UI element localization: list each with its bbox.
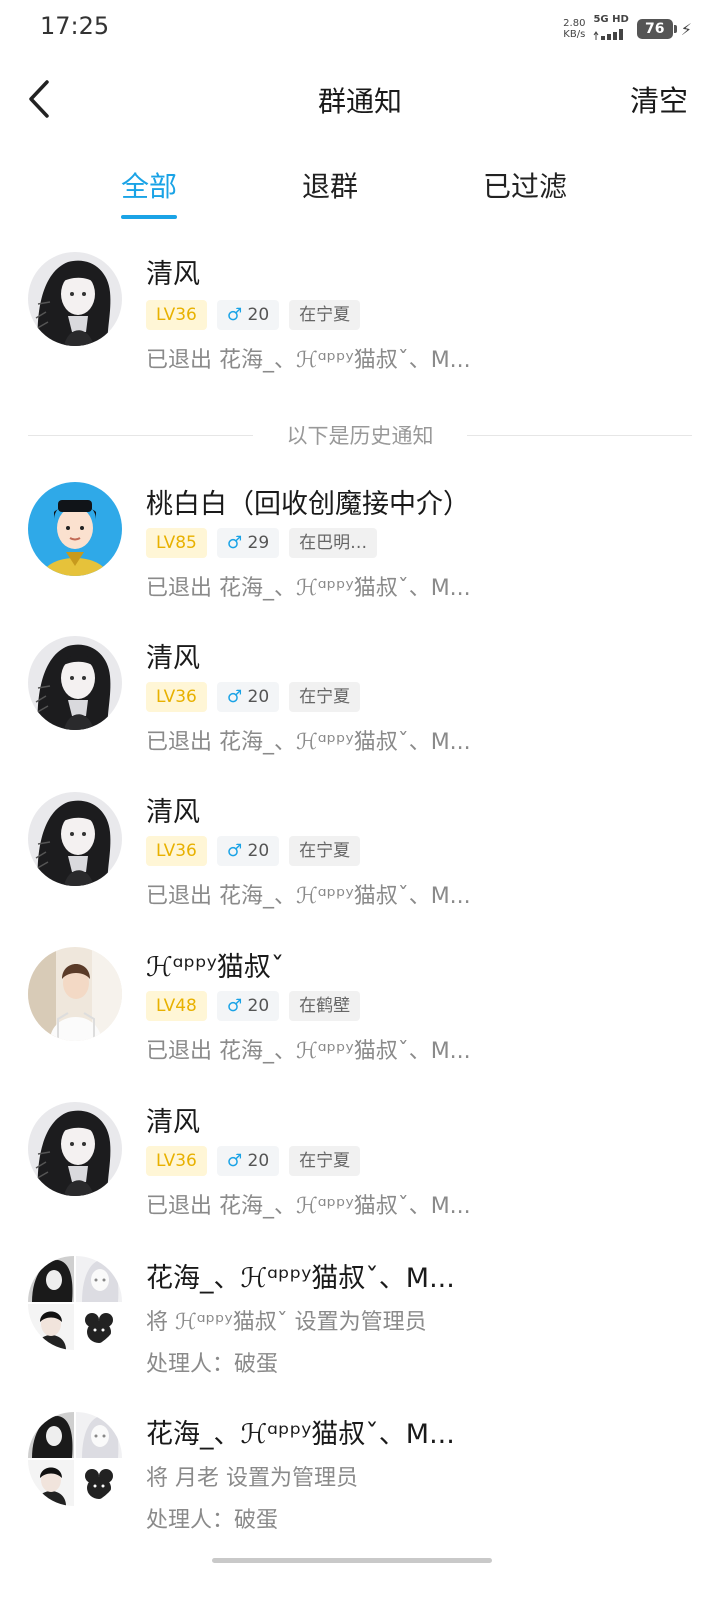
- notification-item[interactable]: 桃白白（回收创魔接中介） LV85 ♂ 29 在巴明… 已退出 花海_、ℋᵅᵖᵖ…: [0, 480, 720, 620]
- user-tags: LV36 ♂ 20 在宁夏: [146, 836, 361, 866]
- male-icon: ♂: [226, 1151, 243, 1171]
- history-divider: 以下是历史通知: [28, 424, 692, 448]
- user-avatar-image: [28, 636, 122, 730]
- location-badge: 在鹤壁: [289, 991, 361, 1021]
- user-avatar-image: [28, 1102, 122, 1196]
- tab-filtered[interactable]: 已过滤: [483, 165, 567, 205]
- notification-item[interactable]: 清风 LV36 ♂ 20 在宁夏 已退出 花海_、ℋᵅᵖᵖʸ猫叔ˇ、M...: [0, 790, 720, 930]
- charging-icon: ⚡: [680, 19, 692, 39]
- group-members-title: 花海_、ℋᵅᵖᵖʸ猫叔ˇ、M...: [146, 1263, 455, 1294]
- notification-detail: 已退出 花海_、ℋᵅᵖᵖʸ猫叔ˇ、M...: [146, 1039, 471, 1064]
- member-avatar: [28, 1460, 74, 1506]
- member-avatar: [76, 1256, 122, 1302]
- member-avatar: [76, 1412, 122, 1458]
- status-bar: 17:25 2.80 KB/s 5G HD 76 ⚡: [0, 0, 720, 56]
- notification-detail: 已退出 花海_、ℋᵅᵖᵖʸ猫叔ˇ、M...: [146, 730, 471, 755]
- user-avatar-image: [28, 252, 122, 346]
- handler-text: 处理人：破蛋: [146, 1352, 279, 1377]
- level-badge: LV36: [146, 836, 207, 866]
- user-tags: LV36 ♂ 20 在宁夏: [146, 1146, 361, 1176]
- avatar[interactable]: [28, 1102, 122, 1196]
- notification-item[interactable]: 清风 LV36 ♂ 20 在宁夏 已退出 花海_、ℋᵅᵖᵖʸ猫叔ˇ、M...: [0, 250, 720, 390]
- admin-action-text: 将 月老 设置为管理员: [146, 1466, 358, 1491]
- tab-quit[interactable]: 退群: [302, 165, 358, 205]
- location-badge: 在宁夏: [289, 836, 361, 866]
- member-avatar: [76, 1460, 122, 1506]
- user-tags: LV85 ♂ 29 在巴明…: [146, 528, 378, 558]
- user-avatar-image: [28, 947, 122, 1041]
- notification-detail: 已退出 花海_、ℋᵅᵖᵖʸ猫叔ˇ、M...: [146, 1194, 471, 1219]
- male-icon: ♂: [226, 687, 243, 707]
- level-badge: LV48: [146, 991, 207, 1021]
- level-badge: LV36: [146, 682, 207, 712]
- avatar[interactable]: [28, 252, 122, 346]
- notification-item[interactable]: 清风 LV36 ♂ 20 在宁夏 已退出 花海_、ℋᵅᵖᵖʸ猫叔ˇ、M...: [0, 1100, 720, 1240]
- handler-text: 处理人：破蛋: [146, 1508, 279, 1533]
- user-tags: LV36 ♂ 20 在宁夏: [146, 300, 361, 330]
- notification-detail: 已退出 花海_、ℋᵅᵖᵖʸ猫叔ˇ、M...: [146, 348, 471, 373]
- user-tags: LV36 ♂ 20 在宁夏: [146, 682, 361, 712]
- home-indicator[interactable]: [212, 1558, 492, 1563]
- tab-bar: 全部 退群 已过滤: [0, 165, 720, 225]
- top-bar: 群通知 清空: [0, 64, 720, 134]
- location-badge: 在巴明…: [289, 528, 378, 558]
- page-title: 群通知: [317, 85, 402, 118]
- level-badge: LV36: [146, 1146, 207, 1176]
- level-badge: LV36: [146, 300, 207, 330]
- group-avatar[interactable]: [28, 1412, 122, 1506]
- male-icon: ♂: [226, 996, 243, 1016]
- status-icons: 2.80 KB/s 5G HD 76 ⚡: [563, 14, 692, 44]
- user-name: 清风: [146, 259, 200, 290]
- notification-item[interactable]: ℋᵅᵖᵖʸ猫叔ˇ LV48 ♂ 20 在鹤壁 已退出 花海_、ℋᵅᵖᵖʸ猫叔ˇ、…: [0, 945, 720, 1085]
- gender-age-badge: ♂ 20: [216, 300, 280, 330]
- user-name: 清风: [146, 1107, 200, 1138]
- admin-notice-item[interactable]: 花海_、ℋᵅᵖᵖʸ猫叔ˇ、M... 将 月老 设置为管理员 处理人：破蛋: [0, 1412, 720, 1552]
- user-name: 清风: [146, 643, 200, 674]
- user-name: 桃白白（回收创魔接中介）: [146, 489, 470, 520]
- member-avatar: [28, 1412, 74, 1458]
- avatar[interactable]: [28, 482, 122, 576]
- user-name: ℋᵅᵖᵖʸ猫叔ˇ: [146, 952, 285, 983]
- gender-age-badge: ♂ 20: [216, 991, 280, 1021]
- tab-all[interactable]: 全部: [121, 165, 178, 219]
- gender-age-badge: ♂ 20: [216, 682, 280, 712]
- battery-icon: 76: [636, 19, 677, 39]
- group-avatar[interactable]: [28, 1256, 122, 1350]
- gender-age-badge: ♂ 20: [216, 1146, 280, 1176]
- member-avatar: [28, 1256, 74, 1302]
- avatar[interactable]: [28, 792, 122, 886]
- network-speed: 2.80 KB/s: [563, 18, 586, 40]
- male-icon: ♂: [226, 841, 243, 861]
- gender-age-badge: ♂ 20: [216, 836, 280, 866]
- status-time: 17:25: [40, 12, 110, 40]
- admin-notice-item[interactable]: 花海_、ℋᵅᵖᵖʸ猫叔ˇ、M... 将 ℋᵅᵖᵖʸ猫叔ˇ 设置为管理员 处理人：…: [0, 1256, 720, 1396]
- male-icon: ♂: [226, 533, 243, 553]
- user-name: 清风: [146, 797, 200, 828]
- location-badge: 在宁夏: [289, 300, 361, 330]
- group-members-title: 花海_、ℋᵅᵖᵖʸ猫叔ˇ、M...: [146, 1419, 455, 1450]
- avatar[interactable]: [28, 636, 122, 730]
- gender-age-badge: ♂ 29: [216, 528, 280, 558]
- male-icon: ♂: [226, 305, 243, 325]
- history-divider-label: 以下是历史通知: [270, 424, 450, 448]
- level-badge: LV85: [146, 528, 207, 558]
- member-avatar: [28, 1304, 74, 1350]
- location-badge: 在宁夏: [289, 1146, 361, 1176]
- clear-button[interactable]: 清空: [630, 78, 688, 120]
- active-tab-indicator: [121, 215, 178, 219]
- location-badge: 在宁夏: [289, 682, 361, 712]
- notification-detail: 已退出 花海_、ℋᵅᵖᵖʸ猫叔ˇ、M...: [146, 884, 471, 909]
- member-avatar: [76, 1304, 122, 1350]
- signal-icon: 5G HD: [593, 14, 629, 44]
- user-tags: LV48 ♂ 20 在鹤壁: [146, 991, 361, 1021]
- user-avatar-image: [28, 482, 122, 576]
- admin-action-text: 将 ℋᵅᵖᵖʸ猫叔ˇ 设置为管理员: [146, 1310, 427, 1335]
- notification-item[interactable]: 清风 LV36 ♂ 20 在宁夏 已退出 花海_、ℋᵅᵖᵖʸ猫叔ˇ、M...: [0, 636, 720, 776]
- avatar[interactable]: [28, 947, 122, 1041]
- notification-detail: 已退出 花海_、ℋᵅᵖᵖʸ猫叔ˇ、M...: [146, 576, 471, 601]
- user-avatar-image: [28, 792, 122, 886]
